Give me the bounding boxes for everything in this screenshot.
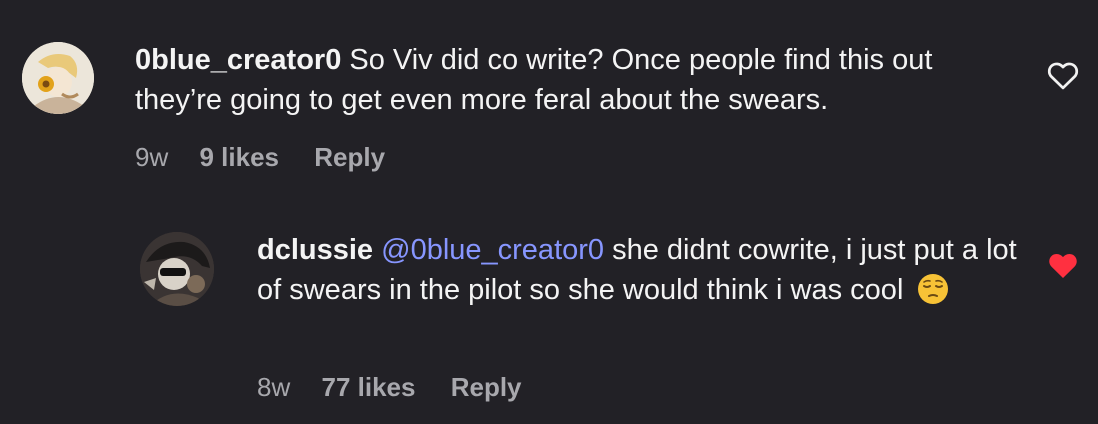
- avatar[interactable]: [140, 232, 214, 306]
- reply-button[interactable]: Reply: [314, 142, 385, 173]
- comment-likes-count[interactable]: 9 likes: [199, 142, 279, 173]
- mention-link[interactable]: @0blue_creator0: [381, 234, 604, 266]
- comment-username[interactable]: 0blue_creator0: [135, 44, 341, 76]
- comment-meta: 8w 77 likes Reply: [257, 372, 522, 403]
- liked-heart-icon[interactable]: [1046, 250, 1080, 280]
- reply-button[interactable]: Reply: [451, 372, 522, 403]
- comment-age: 9w: [135, 142, 169, 172]
- comment-body: dclussie @0blue_creator0 she didnt cowri…: [257, 230, 1017, 316]
- avatar[interactable]: [22, 42, 94, 114]
- avatar-illustration: [140, 232, 214, 306]
- pensive-face-emoji-icon: [917, 273, 949, 316]
- comment-age: 8w: [257, 372, 291, 402]
- comment-username[interactable]: dclussie: [257, 234, 373, 266]
- avatar-illustration: [22, 42, 94, 114]
- comment-likes-count[interactable]: 77 likes: [321, 372, 415, 403]
- comment-meta: 9w 9 likes Reply: [135, 142, 385, 173]
- comment-body: 0blue_creator0 So Viv did co write? Once…: [135, 40, 1015, 120]
- like-heart-icon[interactable]: [1046, 60, 1080, 90]
